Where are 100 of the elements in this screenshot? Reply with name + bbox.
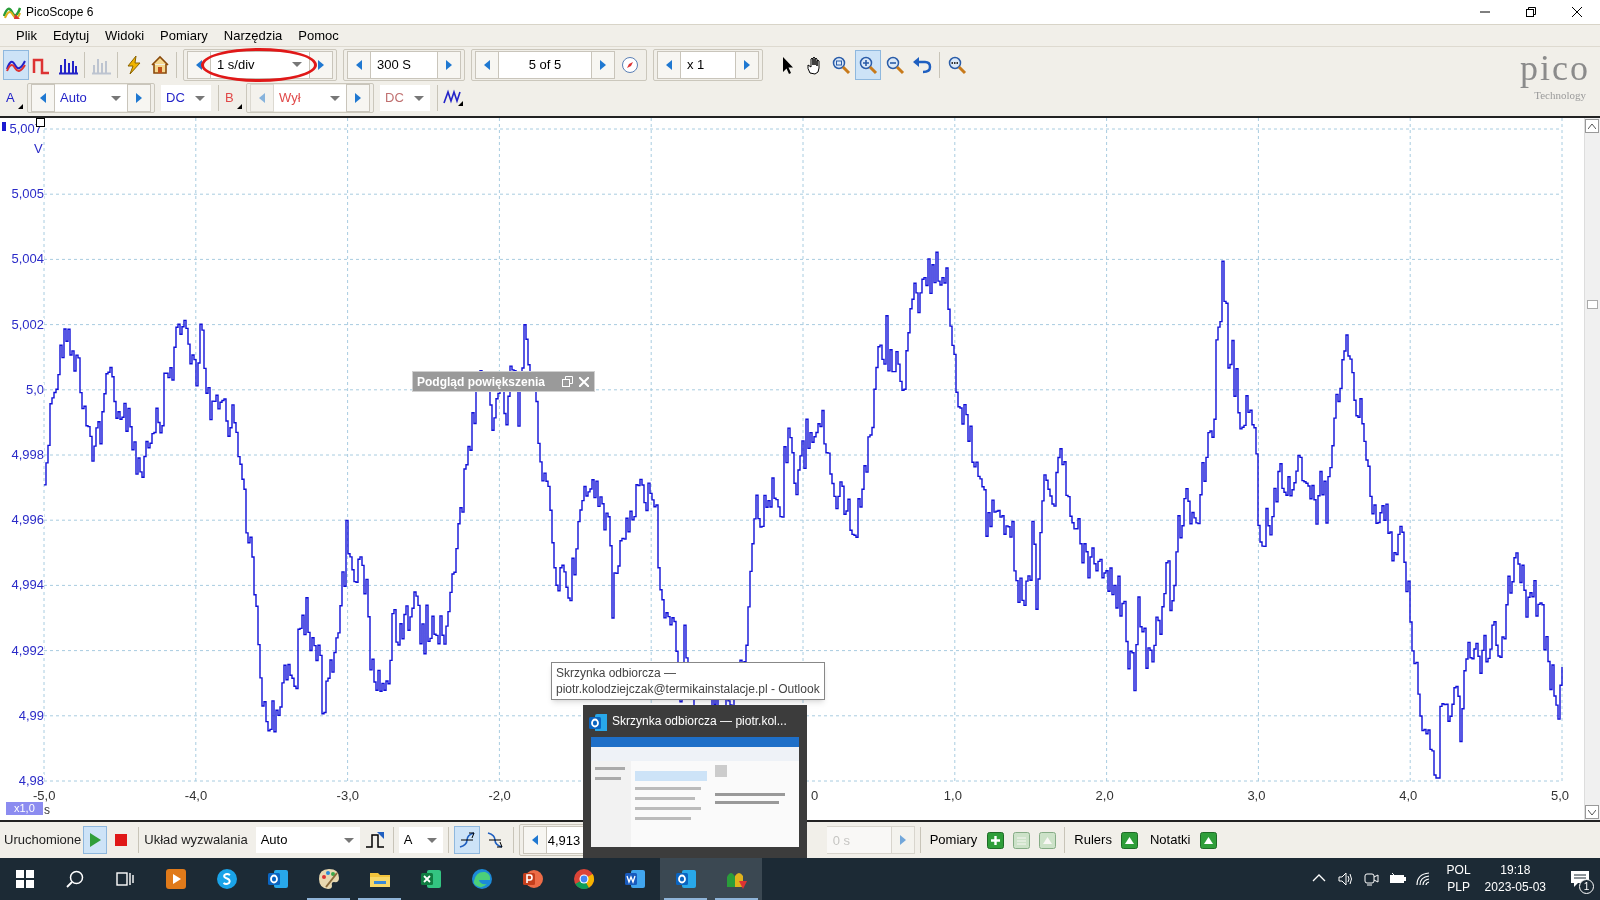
threshold-field[interactable]: 4,913 bbox=[546, 826, 583, 854]
rulers-label: Rulers bbox=[1074, 831, 1112, 850]
window-title: PicoScope 6 bbox=[26, 4, 94, 21]
zoom-factor-field[interactable]: x 1 bbox=[681, 50, 735, 79]
next-button[interactable] bbox=[437, 50, 461, 79]
notifications-button[interactable]: 1 bbox=[1560, 858, 1600, 900]
axis-label: 4,998 bbox=[8, 448, 44, 462]
language-indicator[interactable]: POL PLP bbox=[1446, 862, 1471, 896]
notification-count: 1 bbox=[1579, 879, 1594, 894]
next-button[interactable] bbox=[591, 50, 615, 79]
stop-icon bbox=[115, 834, 128, 846]
play-icon bbox=[163, 867, 188, 891]
chevron-up-icon bbox=[1588, 123, 1596, 129]
menu-item[interactable]: Plik bbox=[9, 25, 44, 46]
trigger-mode-dropdown[interactable]: Auto bbox=[255, 827, 360, 853]
menu-item[interactable]: Pomiary bbox=[153, 25, 215, 46]
next-button[interactable] bbox=[735, 50, 759, 79]
waveform-icon bbox=[443, 89, 465, 107]
scrollbar[interactable] bbox=[1584, 118, 1600, 820]
trigger-icon bbox=[364, 831, 385, 849]
scrollbar-thumb[interactable] bbox=[1587, 300, 1598, 309]
caret-icon bbox=[194, 94, 206, 102]
right-arrow-icon bbox=[899, 835, 906, 845]
menu-item[interactable]: Narzędzia bbox=[216, 25, 290, 46]
zoom-in-icon bbox=[858, 54, 878, 75]
coupling-dropdown[interactable]: DC bbox=[380, 85, 430, 111]
right-arrow-icon bbox=[744, 59, 750, 70]
right-arrow-icon bbox=[600, 59, 606, 70]
rising-edge-button[interactable] bbox=[453, 826, 480, 854]
mail-icon bbox=[673, 867, 698, 891]
axis-label: -4,0 bbox=[184, 789, 208, 803]
scope-mode-button[interactable] bbox=[3, 49, 29, 80]
range-dropdown[interactable]: Auto bbox=[55, 85, 127, 111]
previous-button[interactable] bbox=[347, 50, 371, 79]
picoscope-taskbar-button[interactable] bbox=[711, 858, 762, 900]
scale-badge: x1,0 bbox=[6, 802, 43, 815]
axis-label: -2,0 bbox=[488, 789, 511, 803]
scroll-down-button[interactable] bbox=[1585, 805, 1599, 819]
next-button[interactable] bbox=[309, 50, 333, 79]
left-arrow-icon bbox=[484, 59, 490, 70]
next-button[interactable] bbox=[346, 84, 370, 112]
play-button[interactable] bbox=[83, 826, 108, 854]
tooltip-text: Skrzynka odbiorcza — bbox=[556, 665, 678, 681]
chevron-down-icon bbox=[1588, 809, 1596, 815]
axis-label: 1,0 bbox=[943, 789, 962, 803]
timebase-dropdown[interactable]: 1 s/div bbox=[211, 50, 309, 79]
restore-icon bbox=[1526, 7, 1536, 17]
channel-button[interactable]: B bbox=[222, 84, 244, 112]
axis-unit: s bbox=[44, 802, 50, 819]
range-dropdown[interactable]: Wył bbox=[274, 85, 346, 111]
next-button[interactable] bbox=[127, 84, 151, 112]
panel-title: Podgląd powiększenia bbox=[417, 373, 546, 391]
caret-icon bbox=[110, 94, 122, 102]
window-preview[interactable]: Skrzynka odbiorcza — piotr.kol... bbox=[583, 705, 807, 858]
zoom-in-tool-button[interactable] bbox=[855, 49, 881, 80]
menu-item[interactable]: Edytuj bbox=[45, 25, 97, 46]
menu-item[interactable]: Pomoc bbox=[291, 25, 346, 46]
magnifier-icon bbox=[947, 54, 967, 75]
trigger-source-dropdown[interactable]: A bbox=[398, 827, 443, 853]
presentation-icon bbox=[520, 867, 545, 891]
falling-edge-icon bbox=[485, 831, 504, 849]
left-arrow-icon bbox=[356, 59, 362, 70]
axis-label: 3,0 bbox=[1247, 789, 1266, 803]
axis-label: 5,0 bbox=[1551, 789, 1570, 803]
chat-icon bbox=[214, 867, 239, 891]
browser-icon bbox=[469, 867, 494, 891]
buffer-field[interactable]: 5 of 5 bbox=[499, 50, 591, 79]
previous-button[interactable] bbox=[31, 84, 55, 112]
previous-button[interactable] bbox=[657, 50, 681, 79]
left-arrow-icon bbox=[531, 835, 538, 845]
samples-field[interactable]: 300 S bbox=[371, 50, 437, 79]
spreadsheet-icon bbox=[418, 867, 443, 891]
scroll-up-button[interactable] bbox=[1585, 119, 1599, 133]
channel-button[interactable]: A bbox=[3, 84, 25, 112]
right-arrow-icon bbox=[355, 93, 361, 103]
menu-item[interactable]: Widoki bbox=[98, 25, 152, 46]
search-icon bbox=[66, 870, 84, 888]
left-arrow-icon bbox=[666, 59, 672, 70]
speaker-icon[interactable] bbox=[1336, 871, 1355, 887]
previous-button[interactable] bbox=[187, 50, 211, 79]
trigger-label: Układ wyzwalania bbox=[144, 831, 248, 850]
palette-icon bbox=[316, 867, 341, 891]
axis-label: 0 bbox=[811, 789, 819, 803]
outlook-taskbar-button[interactable] bbox=[660, 858, 711, 900]
clock[interactable]: 19:18 2023-05-03 bbox=[1484, 862, 1546, 896]
close-button[interactable] bbox=[578, 374, 590, 389]
close-icon bbox=[1572, 7, 1582, 17]
right-arrow-icon bbox=[136, 93, 142, 103]
coupling-dropdown[interactable]: DC bbox=[161, 85, 211, 111]
previous-button[interactable] bbox=[522, 826, 547, 854]
camera-icon[interactable] bbox=[1362, 871, 1381, 887]
lightning-icon bbox=[124, 54, 144, 75]
previous-button[interactable] bbox=[475, 50, 499, 79]
undo-icon bbox=[912, 54, 932, 75]
axis-unit: V bbox=[34, 140, 43, 158]
rising-edge-icon bbox=[457, 831, 476, 849]
right-arrow-icon bbox=[318, 59, 324, 70]
mail-icon bbox=[265, 867, 290, 891]
axis-label: 4,992 bbox=[8, 643, 44, 658]
compass-icon bbox=[621, 55, 639, 74]
